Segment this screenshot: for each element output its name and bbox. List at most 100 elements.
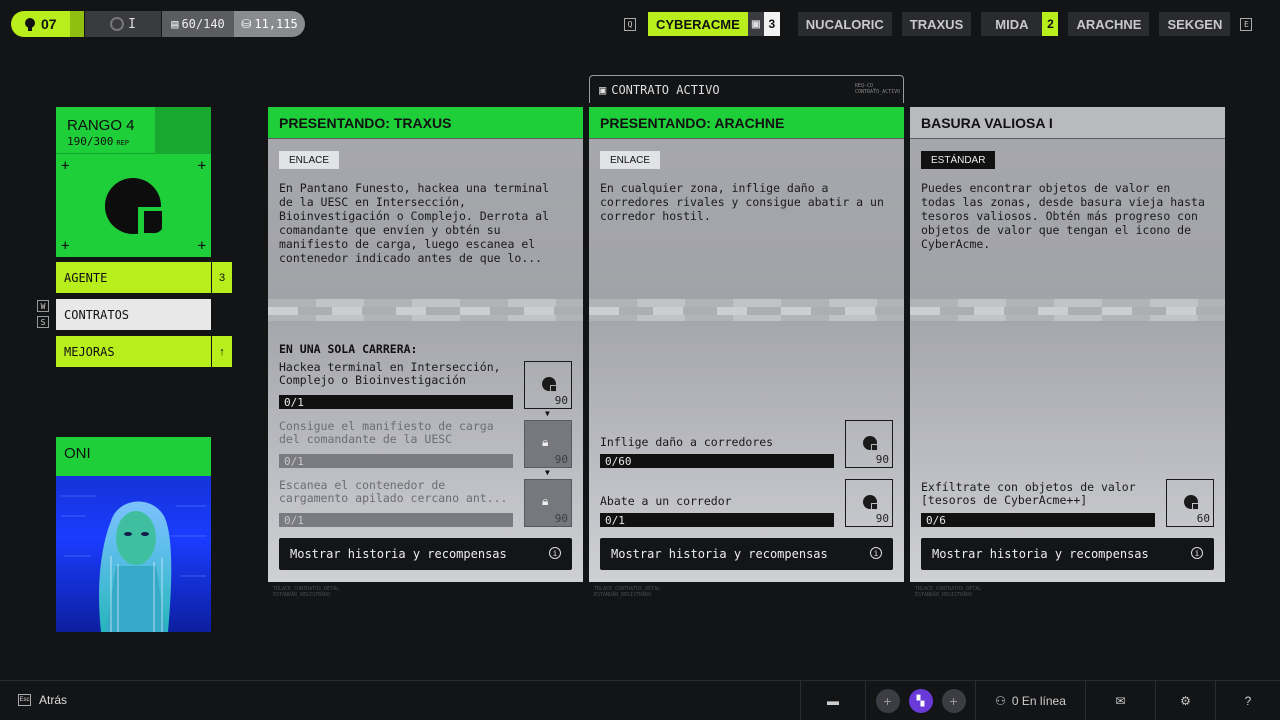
tab-cyberacme[interactable]: CYBERACME bbox=[648, 12, 748, 36]
contract-tag: ENLACE bbox=[279, 151, 340, 169]
reward-box[interactable]: 90 bbox=[845, 479, 893, 527]
agent-name: ONI bbox=[64, 445, 91, 462]
objective-progress: 0/1 bbox=[600, 513, 834, 527]
mail-button[interactable]: ✉ bbox=[1085, 681, 1155, 720]
show-history-label: Mostrar historia y recompensas bbox=[611, 547, 828, 561]
tab-mida[interactable]: MIDA bbox=[981, 12, 1043, 36]
card-footer-code: TRLACE_CONTRATOS_DETAL ESTANDAR_REGISTRA… bbox=[594, 586, 661, 598]
chevron-down-icon: ▼ bbox=[545, 409, 550, 418]
level-value: 07 bbox=[41, 16, 57, 32]
help-button[interactable]: ? bbox=[1215, 681, 1280, 720]
vault-capacity[interactable]: ▤ 60/140 bbox=[162, 11, 234, 37]
upgrade-arrow-icon: ↑ bbox=[212, 336, 232, 367]
player-avatar[interactable]: ▚ bbox=[908, 689, 933, 713]
key-w-icon: W bbox=[37, 300, 49, 312]
mail-icon: ✉ bbox=[1115, 694, 1126, 708]
cyberacme-count-badge: 3 bbox=[763, 12, 780, 36]
contract-title: BASURA VALIOSA I bbox=[910, 107, 1225, 139]
gear-icon: ⚙ bbox=[1180, 694, 1191, 708]
tab-arachne[interactable]: ARACHNE bbox=[1068, 12, 1150, 36]
reward-box[interactable]: 🔒︎ 90 bbox=[524, 420, 572, 468]
clipboard-icon: ▣ bbox=[599, 82, 607, 97]
info-icon: i bbox=[870, 547, 882, 559]
faction-tabs: Q CYBERACME ▣ 3 NUCALORIC TRAXUS MIDA 2 … bbox=[624, 12, 1253, 36]
card-footer-code: TRLACE_CONTRATOS_DETAL ESTANDAR_REGISTRA… bbox=[915, 586, 982, 598]
menu-contracts[interactable]: CONTRATOS bbox=[56, 299, 211, 330]
credits-icon: ⛁ bbox=[241, 17, 252, 31]
contract-card-arachne[interactable]: PRESENTANDO: ARACHNE ENLACE En cualquier… bbox=[589, 107, 904, 582]
contract-description: En cualquier zona, inflige daño a corred… bbox=[600, 181, 884, 223]
lock-icon: 🔒︎ bbox=[542, 494, 549, 508]
menu-upgrades[interactable]: MEJORAS bbox=[56, 336, 211, 367]
objective-text: Escanea el contenedor de cargamento apil… bbox=[279, 478, 508, 505]
reward-box[interactable]: 60 bbox=[1166, 479, 1214, 527]
contract-card-traxus[interactable]: PRESENTANDO: TRAXUS ENLACE En Pantano Fu… bbox=[268, 107, 583, 582]
prestige-badge[interactable]: I bbox=[85, 11, 161, 37]
lock-icon: 🔒︎ bbox=[542, 435, 549, 449]
info-icon: i bbox=[1191, 547, 1203, 559]
level-badge[interactable]: 07 bbox=[11, 11, 84, 37]
chat-icon: ▬ bbox=[827, 694, 839, 708]
contract-tag: ESTÁNDAR bbox=[921, 151, 996, 169]
chevron-down-icon: ▼ bbox=[545, 468, 550, 477]
contract-description: En Pantano Funesto, hackea una terminal … bbox=[279, 181, 550, 265]
tab-sekgen[interactable]: SEKGEN bbox=[1159, 12, 1231, 36]
key-s-icon: S bbox=[37, 316, 49, 328]
menu-agent[interactable]: AGENTE bbox=[56, 262, 211, 293]
player-status-bar: 07 I ▤ 60/140 ⛁ 11,115 bbox=[11, 11, 305, 37]
objective-progress: 0/60 bbox=[600, 454, 834, 468]
reward-box[interactable]: 90 bbox=[524, 361, 572, 409]
key-q-icon: Q bbox=[624, 17, 636, 31]
card-footer-code: TRLACE_CONTRATOS_DETAL ESTANDAR_REGISTRA… bbox=[273, 586, 340, 598]
reward-value: 90 bbox=[875, 453, 889, 466]
reward-box[interactable]: 90 bbox=[845, 420, 893, 468]
contract-card-basura-valiosa[interactable]: BASURA VALIOSA I ESTÁNDAR Puedes encontr… bbox=[910, 107, 1225, 582]
show-history-button[interactable]: Mostrar historia y recompensas i bbox=[600, 538, 893, 570]
pixel-divider bbox=[589, 299, 904, 321]
show-history-button[interactable]: Mostrar historia y recompensas i bbox=[279, 538, 572, 570]
vault-capacity-value: 60/140 bbox=[181, 17, 225, 31]
cyberacme-logo-icon bbox=[105, 178, 164, 235]
reward-value: 90 bbox=[875, 512, 889, 525]
objective-item: Consigue el manifiesto de carga del coma… bbox=[279, 420, 572, 468]
objective-item: Hackea terminal en Intersección, Complej… bbox=[279, 361, 572, 409]
active-contract-code: REQ-CO_ CONTRATO_ACTIVO bbox=[855, 83, 901, 95]
online-friends-button[interactable]: ⚇ 0 En línea bbox=[975, 681, 1085, 720]
reward-box[interactable]: 🔒︎ 90 bbox=[524, 479, 572, 527]
prestige-value: I bbox=[128, 16, 136, 32]
show-history-button[interactable]: Mostrar historia y recompensas i bbox=[921, 538, 1214, 570]
objective-item: Exfíltrate con objetos de valor [tesoros… bbox=[921, 479, 1214, 527]
objective-text: Inflige daño a corredores bbox=[600, 435, 774, 449]
cyberacme-reward-icon bbox=[863, 436, 878, 451]
squad-slots: + ▚ + bbox=[865, 681, 975, 720]
objective-item: Abate a un corredor 0/1 90 bbox=[600, 479, 893, 527]
back-button[interactable]: Esc Atrás bbox=[18, 693, 67, 707]
agent-count-badge: 3 bbox=[212, 262, 232, 293]
tab-traxus[interactable]: TRAXUS bbox=[901, 12, 972, 36]
objective-item: Inflige daño a corredores 0/60 90 bbox=[600, 420, 893, 468]
objective-item: Escanea el contenedor de cargamento apil… bbox=[279, 479, 572, 527]
info-icon: i bbox=[549, 547, 561, 559]
agent-card[interactable]: ONI bbox=[56, 437, 211, 632]
runner-icon bbox=[25, 18, 35, 31]
chat-button[interactable]: ▬ bbox=[800, 681, 865, 720]
key-e-icon: E bbox=[1240, 17, 1253, 31]
show-history-label: Mostrar historia y recompensas bbox=[932, 547, 1149, 561]
settings-button[interactable]: ⚙ bbox=[1155, 681, 1215, 720]
add-squad-member-button[interactable]: + bbox=[875, 689, 900, 713]
add-squad-member-button[interactable]: + bbox=[941, 689, 966, 713]
corner-plus-icon: + bbox=[61, 238, 70, 254]
credits-display[interactable]: ⛁ 11,115 bbox=[234, 11, 305, 37]
tab-nucaloric[interactable]: NUCALORIC bbox=[797, 12, 892, 36]
friends-icon: ⚇ bbox=[995, 694, 1006, 708]
help-icon: ? bbox=[1244, 694, 1252, 708]
contract-tag: ENLACE bbox=[600, 151, 661, 169]
objective-progress: 0/1 bbox=[279, 513, 513, 527]
reward-value: 90 bbox=[554, 394, 568, 407]
rank-title: RANGO 4 bbox=[67, 117, 135, 134]
back-label: Atrás bbox=[39, 693, 68, 707]
objective-progress: 0/1 bbox=[279, 395, 513, 409]
pixel-divider bbox=[910, 299, 1225, 321]
cyberacme-reward-icon bbox=[1184, 495, 1199, 510]
vault-icon: ▤ bbox=[171, 17, 179, 31]
